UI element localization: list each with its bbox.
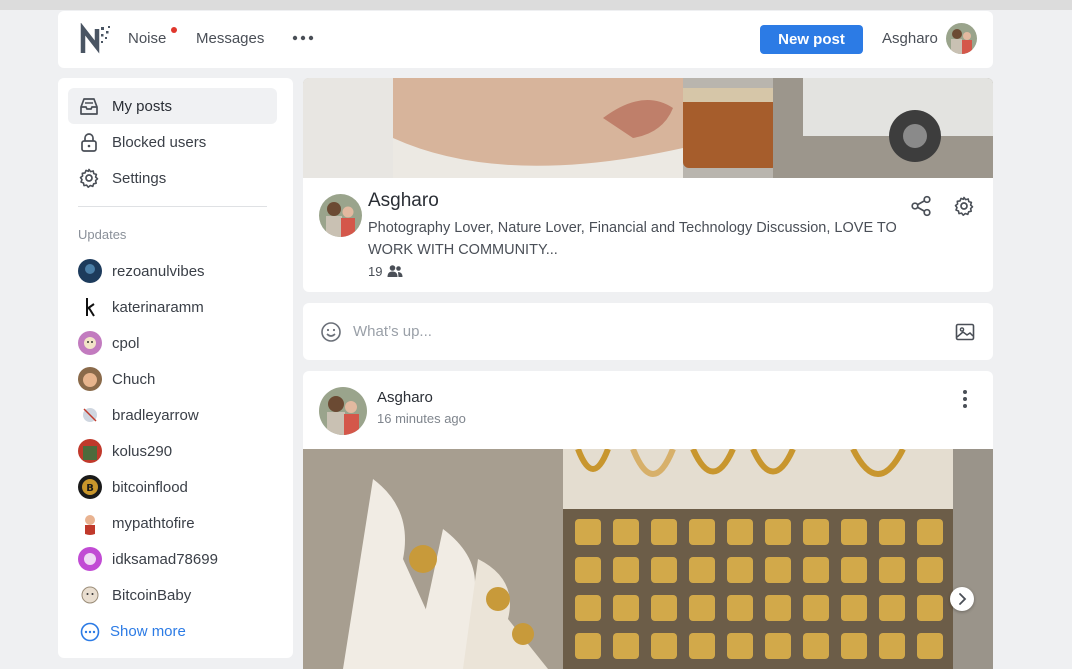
- updates-item-bitcoinbaby[interactable]: BitcoinBaby: [78, 583, 278, 609]
- sidebar-divider: [78, 206, 267, 207]
- updates-item-mypathtofire[interactable]: mypathtofire: [78, 511, 278, 537]
- post-timestamp[interactable]: 16 minutes ago: [377, 411, 466, 426]
- avatar[interactable]: [319, 387, 367, 435]
- updates-item-katerinaramm[interactable]: katerinaramm: [78, 295, 278, 321]
- composer-input[interactable]: What’s up...: [353, 323, 432, 340]
- updates-item-idksamad78699[interactable]: idksamad78699: [78, 547, 278, 573]
- updates-item-name: idksamad78699: [112, 551, 218, 568]
- profile-bio: Photography Lover, Nature Lover, Financi…: [368, 220, 897, 258]
- post-image[interactable]: [303, 449, 993, 669]
- updates-item-name: bradleyarrow: [112, 407, 199, 424]
- more-horizontal-icon[interactable]: [291, 27, 315, 47]
- chevron-right-icon: [959, 593, 967, 605]
- updates-item-name: rezoanulvibes: [112, 263, 205, 280]
- noise-logo[interactable]: [80, 23, 114, 57]
- lock-icon: [81, 133, 97, 152]
- nav-noise[interactable]: Noise: [128, 30, 166, 47]
- profile-name: Asgharo: [368, 190, 439, 211]
- updates-item-name: BitcoinBaby: [112, 587, 192, 604]
- avatar: [78, 367, 102, 391]
- sidebar-item-blocked-users[interactable]: Blocked users: [68, 124, 277, 160]
- updates-heading: Updates: [78, 227, 127, 242]
- post-author[interactable]: Asgharo: [377, 389, 433, 406]
- post-card: Asgharo 16 minutes ago: [303, 371, 993, 669]
- show-more-label: Show more: [110, 623, 186, 640]
- gear-icon[interactable]: [953, 195, 975, 217]
- updates-item-name: mypathtofire: [112, 515, 195, 532]
- sidebar-item-my-posts[interactable]: My posts: [68, 88, 277, 124]
- nav-messages[interactable]: Messages: [196, 30, 264, 47]
- sidebar-item-label: Settings: [112, 170, 167, 187]
- smile-icon[interactable]: [320, 321, 342, 343]
- avatar: [78, 439, 102, 463]
- more-circle-icon: [80, 622, 100, 642]
- show-more-link[interactable]: Show more: [80, 620, 260, 644]
- updates-item-name: cpol: [112, 335, 140, 352]
- followers-count[interactable]: 19: [368, 264, 382, 279]
- sidebar: My posts Blocked users Settings Updates …: [58, 78, 293, 658]
- image-icon[interactable]: [954, 321, 976, 343]
- avatar: [78, 547, 102, 571]
- browser-top-strip: [0, 0, 1072, 10]
- avatar: [78, 511, 102, 535]
- gear-icon: [79, 168, 99, 188]
- post-composer[interactable]: What’s up...: [303, 303, 993, 360]
- avatar: [78, 331, 102, 355]
- avatar: [78, 259, 102, 283]
- sidebar-item-settings[interactable]: Settings: [68, 160, 277, 196]
- updates-item-chuch[interactable]: Chuch: [78, 367, 278, 393]
- people-icon: [387, 265, 403, 277]
- share-icon[interactable]: [910, 195, 932, 217]
- svg-text:B: B: [86, 483, 94, 494]
- updates-item-name: katerinaramm: [112, 299, 204, 316]
- updates-item-cpol[interactable]: cpol: [78, 331, 278, 357]
- sidebar-item-label: My posts: [112, 98, 173, 115]
- updates-item-name: kolus290: [112, 443, 173, 460]
- carousel-next-button[interactable]: [950, 587, 974, 611]
- updates-item-bradleyarrow[interactable]: bradleyarrow: [78, 403, 278, 429]
- avatar: [78, 403, 102, 427]
- inbox-icon: [80, 98, 98, 115]
- profile-card: Asgharo Photography Lover, Nature Lover,…: [303, 78, 993, 292]
- updates-item-bitcoinflood[interactable]: B bitcoinflood: [78, 475, 278, 501]
- header-username[interactable]: Asgharo: [882, 30, 938, 47]
- updates-item-name: Chuch: [112, 371, 156, 388]
- new-post-button[interactable]: New post: [760, 25, 863, 54]
- avatar: [78, 295, 102, 319]
- avatar[interactable]: [946, 23, 977, 54]
- sidebar-item-label: Blocked users: [112, 134, 207, 151]
- more-vertical-icon[interactable]: [955, 388, 975, 410]
- avatar: [78, 583, 102, 607]
- profile-cover-image: [303, 78, 993, 178]
- top-navbar: Noise Messages New post Asgharo: [58, 11, 993, 68]
- updates-item-name: bitcoinflood: [112, 479, 188, 496]
- avatar[interactable]: [319, 194, 362, 237]
- updates-item-kolus290[interactable]: kolus290: [78, 439, 278, 465]
- updates-item-rezoanulvibes[interactable]: rezoanulvibes: [78, 259, 278, 285]
- notification-dot: [171, 27, 177, 33]
- avatar: B: [78, 475, 102, 499]
